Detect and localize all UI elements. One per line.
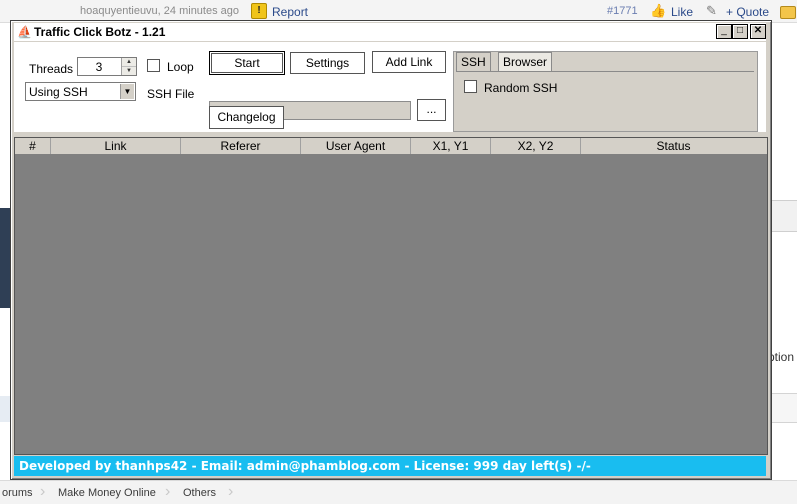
maximize-button[interactable]: □	[732, 24, 748, 39]
breadcrumb: orums › Make Money Online › Others ›	[0, 480, 797, 504]
post-author-time: hoaquyentieuvu, 24 minutes ago	[80, 5, 240, 17]
quote-link[interactable]: + Quote	[726, 5, 769, 19]
browse-button[interactable]: ...	[417, 99, 446, 121]
status-text: Developed by thanhps42 - Email: admin@ph…	[19, 459, 591, 473]
traffic-click-botz-window: ⛵ Traffic Click Botz - 1.21 _ □ ✕ Thread…	[10, 20, 772, 480]
ssh-file-label: SSH File	[147, 87, 195, 101]
mode-select[interactable]: Using SSH ▼	[25, 82, 136, 101]
column-index[interactable]: #	[15, 138, 51, 154]
post-number[interactable]: #1771	[607, 5, 638, 17]
chevron-down-icon[interactable]: ▼	[120, 84, 134, 99]
links-table-header: # Link Referer User Agent X1, Y1 X2, Y2 …	[15, 138, 767, 155]
breadcrumb-separator-icon: ›	[165, 483, 171, 500]
stepper-up-icon[interactable]: ▲	[122, 58, 136, 67]
tab-browser[interactable]: Browser	[498, 52, 553, 71]
start-button[interactable]: Start	[209, 51, 285, 75]
message-icon[interactable]	[780, 6, 796, 19]
breadcrumb-make-money-online[interactable]: Make Money Online	[58, 487, 156, 499]
tab-ssh[interactable]: SSH	[456, 52, 491, 71]
background-side-box	[771, 393, 797, 423]
thumbs-up-icon[interactable]: 👍	[650, 3, 666, 19]
loop-label: Loop	[167, 60, 194, 74]
random-ssh-checkbox[interactable]	[464, 80, 477, 93]
column-x1-y1[interactable]: X1, Y1	[411, 138, 491, 154]
column-user-agent[interactable]: User Agent	[301, 138, 411, 154]
changelog-button[interactable]: Changelog	[209, 106, 284, 129]
links-table[interactable]: # Link Referer User Agent X1, Y1 X2, Y2 …	[14, 137, 768, 455]
loop-checkbox[interactable]	[147, 59, 160, 72]
window-title: Traffic Click Botz - 1.21	[34, 25, 166, 39]
add-link-button[interactable]: Add Link	[372, 51, 446, 73]
window-titlebar[interactable]: ⛵ Traffic Click Botz - 1.21 _ □ ✕	[14, 23, 766, 41]
breadcrumb-separator-icon: ›	[228, 483, 234, 500]
breadcrumb-separator-icon: ›	[40, 483, 46, 500]
controls-panel: Threads 3 ▲ ▼ Loop Using SSH ▼ SSH File …	[14, 42, 766, 132]
column-link[interactable]: Link	[51, 138, 181, 154]
report-link[interactable]: Report	[272, 5, 308, 19]
close-button[interactable]: ✕	[750, 24, 766, 39]
mode-select-value: Using SSH	[29, 85, 88, 99]
column-x2-y2[interactable]: X2, Y2	[491, 138, 581, 154]
threads-stepper[interactable]: 3 ▲ ▼	[77, 57, 137, 76]
random-ssh-label: Random SSH	[484, 81, 558, 95]
settings-button[interactable]: Settings	[290, 52, 365, 74]
stepper-down-icon[interactable]: ▼	[122, 67, 136, 75]
minimize-button[interactable]: _	[716, 24, 732, 39]
breadcrumb-others[interactable]: Others	[183, 487, 216, 499]
status-bar: Developed by thanhps42 - Email: admin@ph…	[14, 456, 766, 476]
column-referer[interactable]: Referer	[181, 138, 301, 154]
column-status[interactable]: Status	[581, 138, 766, 154]
report-icon[interactable]: !	[251, 3, 267, 19]
breadcrumb-forums[interactable]: orums	[2, 487, 33, 499]
ssh-tab-panel: Random SSH	[456, 71, 754, 129]
threads-label: Threads	[29, 62, 74, 76]
like-link[interactable]: Like	[671, 5, 693, 19]
background-eraser-button[interactable]	[771, 200, 797, 232]
threads-value[interactable]: 3	[78, 60, 120, 74]
app-icon: ⛵	[17, 25, 32, 39]
options-tabs: SSH Browser Random SSH	[453, 51, 758, 132]
pencil-icon[interactable]: ✎	[706, 3, 717, 19]
threads-stepper-buttons: ▲ ▼	[121, 58, 136, 75]
